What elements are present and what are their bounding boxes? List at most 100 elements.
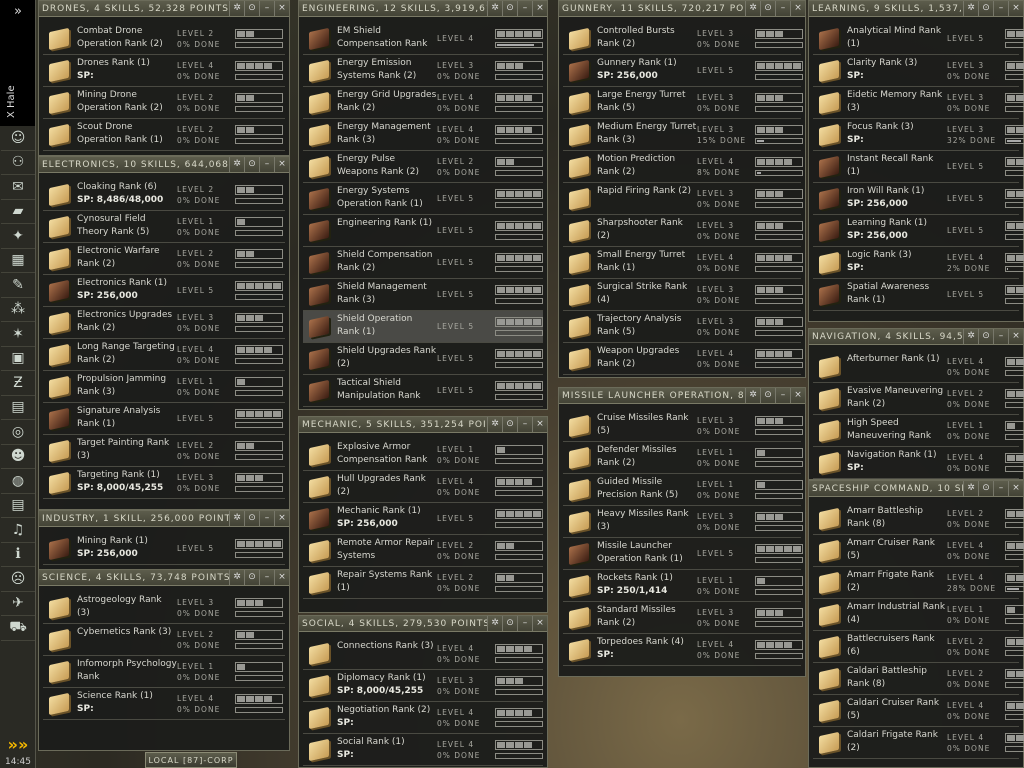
journal-icon[interactable]: ▤ — [1, 494, 35, 518]
options-icon[interactable]: ⊙ — [502, 417, 517, 432]
skill-row[interactable]: Weapon Upgrades Rank (2) LEVEL 4 0% DONE — [563, 343, 803, 375]
skill-row[interactable]: Explosive Armor Compensation Rank LEVEL 1… — [303, 439, 543, 471]
fitting-icon[interactable]: ✈ — [1, 592, 35, 616]
minimize-button[interactable]: – — [517, 616, 532, 631]
skill-row[interactable]: Rockets Rank (1) SP: 250/1,414 LEVEL 1 0% D… — [563, 570, 803, 602]
skill-row[interactable]: Analytical Mind Rank (1) LEVEL 5 — [813, 23, 1024, 55]
skill-row[interactable]: Social Rank (1) SP: LEVEL 4 0% DONE — [303, 734, 543, 766]
skill-row[interactable]: Guided Missile Precision Rank (5) LEVEL 1… — [563, 474, 803, 506]
skill-row[interactable]: Energy Emission Systems Rank (2) LEVEL 30… — [303, 55, 543, 87]
pin-icon[interactable]: ✲ — [229, 511, 244, 526]
calculator-icon[interactable]: ▤ — [1, 396, 35, 420]
minimize-button[interactable]: – — [259, 570, 274, 585]
minimize-button[interactable]: – — [775, 1, 790, 16]
window-header[interactable]: SOCIAL, 4 SKILLS, 279,530 POINTS ✲ ⊙ – × — [299, 616, 547, 632]
skill-row[interactable]: Target Painting Rank (3) LEVEL 2 0% DONE — [43, 435, 285, 467]
window-header[interactable]: SPACESHIP COMMAND, 10 SKILLS, 859,✲⊙–× — [809, 481, 1023, 497]
character-sheet-icon[interactable]: ☺ — [1, 126, 35, 151]
help-icon[interactable]: ◎ — [1, 420, 35, 445]
skill-row[interactable]: Logic Rank (3) SP: LEVEL 4 2% DONE — [813, 247, 1024, 279]
skill-row[interactable]: Shield Management Rank (3) LEVEL 5 — [303, 279, 543, 311]
corporation-icon[interactable]: ✶ — [1, 322, 35, 347]
skill-row[interactable]: Shield Operation Rank (1) LEVEL 5 — [303, 311, 543, 343]
skill-row[interactable]: Heavy Missiles Rank (3) LEVEL 3 0% DONE — [563, 506, 803, 538]
skill-row[interactable]: Amarr Frigate Rank (2) LEVEL 4 28% DONE — [813, 567, 1024, 599]
close-button[interactable]: × — [532, 1, 547, 16]
skill-row[interactable]: Gunnery Rank (1) SP: 256,000 LEVEL 5 — [563, 55, 803, 87]
close-button[interactable]: × — [1008, 1, 1023, 16]
ship-hangar-icon[interactable]: ⛟ — [1, 616, 35, 641]
window-header[interactable]: NAVIGATION, 4 SKILLS, 94,589 POINTS✲⊙–× — [809, 329, 1023, 345]
skill-row[interactable]: Mining Rank (1) SP: 256,000 LEVEL 5 — [43, 533, 285, 565]
options-icon[interactable]: ⊙ — [760, 388, 775, 403]
minimize-button[interactable]: – — [259, 157, 274, 172]
local-chat-tab[interactable]: LOCAL [87]-CORP — [145, 752, 237, 768]
options-icon[interactable]: ⊙ — [760, 1, 775, 16]
skill-row[interactable]: Controlled Bursts Rank (2) LEVEL 3 0% DONE — [563, 23, 803, 55]
portrait-icon[interactable]: ☹ — [1, 567, 35, 592]
window-header[interactable]: MISSILE LAUNCHER OPERATION, 8 SKILL✲⊙–× — [559, 388, 805, 404]
skill-row[interactable]: Energy Management Rank (3) LEVEL 4 0% DONE — [303, 119, 543, 151]
skill-row[interactable]: Propulsion Jamming Rank (3) LEVEL 1 0% DON… — [43, 371, 285, 403]
minimize-button[interactable]: – — [517, 1, 532, 16]
close-button[interactable]: × — [274, 511, 289, 526]
options-icon[interactable]: ⊙ — [502, 1, 517, 16]
skill-row[interactable]: Clarity Rank (3) SP: LEVEL 3 0% DONE — [813, 55, 1024, 87]
skill-row[interactable]: Astrogeology Rank (3) LEVEL 3 0% DONE — [43, 592, 285, 624]
minimize-button[interactable]: – — [993, 329, 1008, 344]
info-icon[interactable]: ℹ — [1, 543, 35, 567]
skill-row[interactable]: Caldari Frigate Rank (2) LEVEL 4 0% DONE — [813, 727, 1024, 759]
skill-row[interactable]: Learning Rank (1) SP: 256,000 LEVEL 5 — [813, 215, 1024, 247]
skill-row[interactable]: High Speed Maneuvering Rank LEVEL 1 0% DON… — [813, 415, 1024, 447]
assets-icon[interactable]: ▣ — [1, 347, 35, 371]
pin-icon[interactable]: ✲ — [487, 616, 502, 631]
minimize-button[interactable]: – — [993, 1, 1008, 16]
skill-row[interactable]: Surgical Strike Rank (4) LEVEL 3 0% DONE — [563, 279, 803, 311]
options-icon[interactable]: ⊙ — [244, 1, 259, 16]
skill-row[interactable]: Amarr Industrial Rank (4) LEVEL 1 0% DONE — [813, 599, 1024, 631]
skill-row[interactable]: Rapid Firing Rank (2) LEVEL 3 0% DONE — [563, 183, 803, 215]
skill-row[interactable]: Missile Launcher Operation Rank (1) LEVEL… — [563, 538, 803, 570]
pin-icon[interactable]: ✲ — [963, 329, 978, 344]
skill-row[interactable]: Cybernetics Rank (3) LEVEL 2 0% DONE — [43, 624, 285, 656]
pin-icon[interactable]: ✲ — [745, 388, 760, 403]
skill-row[interactable]: Science Rank (1) SP: LEVEL 4 0% DONE — [43, 688, 285, 720]
skill-row[interactable]: Standard Missiles Rank (2) LEVEL 3 0% DONE — [563, 602, 803, 634]
window-header[interactable]: GUNNERY, 11 SKILLS, 720,217 POINTS✲⊙–× — [559, 1, 805, 17]
wallet-icon[interactable]: Ƶ — [1, 371, 35, 396]
skill-row[interactable]: Afterburner Rank (1) LEVEL 4 0% DONE — [813, 351, 1024, 383]
pin-icon[interactable]: ✲ — [229, 157, 244, 172]
options-icon[interactable]: ⊙ — [502, 616, 517, 631]
skill-row[interactable]: Motion Prediction Rank (2) LEVEL 4 8% DONE — [563, 151, 803, 183]
skill-row[interactable]: Sharpshooter Rank (2) LEVEL 3 0% DONE — [563, 215, 803, 247]
chevrons-icon[interactable]: »» — [0, 735, 36, 754]
market-icon[interactable]: ▦ — [1, 249, 35, 273]
close-button[interactable]: × — [1008, 481, 1023, 496]
skill-row[interactable]: Energy Pulse Weapons Rank (2) LEVEL 2 0% D… — [303, 151, 543, 183]
skill-row[interactable]: Mining Drone Operation Rank (2) LEVEL 2 0%… — [43, 87, 285, 119]
collapse-sidebar-button[interactable]: » — [0, 4, 36, 19]
browser-icon[interactable]: ◍ — [1, 469, 35, 494]
skill-row[interactable]: Engineering Rank (1) LEVEL 5 — [303, 215, 543, 247]
skill-row[interactable]: Cruise Missiles Rank (5) LEVEL 3 0% DONE — [563, 410, 803, 442]
skill-row[interactable]: Infomorph Psychology Rank LEVEL 1 0% DONE — [43, 656, 285, 688]
skill-row[interactable]: Shield Upgrades Rank (2) LEVEL 5 — [303, 343, 543, 375]
skill-row[interactable]: Connections Rank (3) LEVEL 4 0% DONE — [303, 638, 543, 670]
skill-row[interactable]: Evasive Maneuvering Rank (2) LEVEL 2 0% DO… — [813, 383, 1024, 415]
window-header[interactable]: ELECTRONICS, 10 SKILLS, 644,068 POINTS✲⊙… — [39, 157, 289, 173]
window-header[interactable]: ENGINEERING, 12 SKILLS, 3,919,614 PO✲⊙–× — [299, 1, 547, 17]
skill-row[interactable]: Mechanic Rank (1) SP: 256,000 LEVEL 5 — [303, 503, 543, 535]
close-button[interactable]: × — [532, 417, 547, 432]
skill-row[interactable]: Trajectory Analysis Rank (5) LEVEL 3 0% DO… — [563, 311, 803, 343]
close-button[interactable]: × — [790, 1, 805, 16]
options-icon[interactable]: ⊙ — [978, 329, 993, 344]
pin-icon[interactable]: ✲ — [229, 1, 244, 16]
skill-row[interactable]: Torpedoes Rank (4) SP: LEVEL 4 0% DONE — [563, 634, 803, 666]
audio-icon[interactable]: ♫ — [1, 518, 35, 543]
options-icon[interactable]: ⊙ — [244, 570, 259, 585]
options-icon[interactable]: ⊙ — [244, 157, 259, 172]
pin-icon[interactable]: ✲ — [487, 417, 502, 432]
close-button[interactable]: × — [274, 570, 289, 585]
character-name[interactable]: X Hale — [6, 85, 17, 118]
window-header[interactable]: SCIENCE, 4 SKILLS, 73,748 POINTS ✲ ⊙ – × — [39, 570, 289, 586]
